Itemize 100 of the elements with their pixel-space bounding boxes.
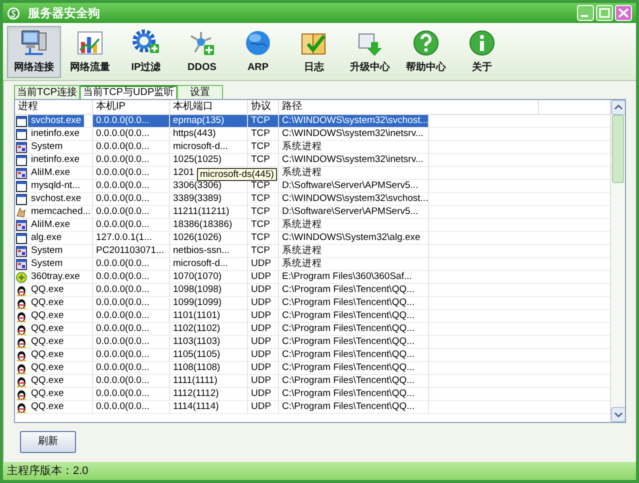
table-row[interactable]: QQ.exe 0.0.0.0(0.0... 1102(1102) UDP C:\Program Files\Tencent\QQ... [15, 323, 610, 336]
table-cell: UDP [248, 336, 279, 348]
table-cell: 0.0.0.0(0.0... [93, 154, 170, 166]
table-row[interactable]: QQ.exe 0.0.0.0(0.0... 1099(1099) UDP C:\Program Files\Tencent\QQ... [15, 297, 610, 310]
table-cell: C:\Program Files\Tencent\QQ... [279, 310, 429, 322]
table-row[interactable]: QQ.exe 0.0.0.0(0.0... 1114(1114) UDP C:\Program Files\Tencent\QQ... [15, 401, 610, 414]
table-cell: netbios-ssn... [170, 245, 248, 257]
table-cell-text: QQ.exe [30, 401, 65, 413]
table-row[interactable]: QQ.exe 0.0.0.0(0.0... 1108(1108) UDP C:\Program Files\Tencent\QQ... [15, 362, 610, 375]
toolbar-button[interactable]: 网络流量 [63, 26, 117, 78]
toolbar-button[interactable]: ARP [231, 26, 285, 78]
column-header[interactable]: 协议 [248, 100, 279, 114]
table-cell: 0.0.0.0(0.0... [93, 219, 170, 231]
toolbar-button[interactable]: IP过滤 [119, 26, 173, 78]
table-cell: 系统进程 [279, 219, 429, 231]
table-cell: 0.0.0.0(0.0... [93, 115, 170, 127]
table-cell: PC201103071... [93, 245, 170, 257]
table-cell: 0.0.0.0(0.0... [93, 167, 170, 179]
table-cell: C:\WINDOWS\system32\inetsrv... [279, 128, 429, 140]
table-cell: TCP [248, 232, 279, 244]
table-cell: C:\Program Files\Tencent\QQ... [279, 388, 429, 400]
table-cell-text: QQ.exe [30, 336, 65, 348]
table-cell: UDP [248, 284, 279, 296]
table-row[interactable]: alg.exe 127.0.0.1(1... 1026(1026) TCP C:\WINDOWS\System32\alg.exe [15, 232, 610, 245]
maximize-button[interactable] [596, 5, 613, 21]
scroll-down-icon[interactable] [611, 407, 625, 422]
table-cell: 3389(3389) [170, 193, 248, 205]
table-row[interactable]: svchost.exe 0.0.0.0(0.0... epmap(135) TCP C:\WINDOWS\system32\svchost... [15, 115, 610, 128]
table-cell: C:\WINDOWS\system32\svchost... [279, 115, 429, 127]
table-row[interactable]: QQ.exe 0.0.0.0(0.0... 1111(1111) UDP C:\Program Files\Tencent\QQ... [15, 375, 610, 388]
scroll-thumb[interactable] [612, 115, 624, 183]
table-cell: UDP [248, 388, 279, 400]
table-cell: TCP [248, 219, 279, 231]
table-cell: 0.0.0.0(0.0... [93, 323, 170, 335]
toolbar-button[interactable]: 日志 [287, 26, 341, 78]
table-cell: TCP [248, 206, 279, 218]
column-header[interactable]: 进程 [15, 100, 93, 114]
table-cell: TCP [248, 245, 279, 257]
table-row[interactable]: System PC201103071... netbios-ssn... TCP 系统进程 [15, 245, 610, 258]
tab[interactable]: 当前TCP与UDP监听 [80, 85, 178, 99]
table-row[interactable]: QQ.exe 0.0.0.0(0.0... 1103(1103) UDP C:\Program Files\Tencent\QQ... [15, 336, 610, 349]
table-cell: 1108(1108) [170, 362, 248, 374]
table-cell: C:\Program Files\Tencent\QQ... [279, 401, 429, 413]
table-cell-text: System [30, 245, 64, 257]
minimize-button[interactable] [577, 5, 594, 21]
table-row[interactable]: 360tray.exe 0.0.0.0(0.0... 1070(1070) UDP E:\Program Files\360\360Saf... [15, 271, 610, 284]
table-cell-text: QQ.exe [30, 362, 65, 374]
table-cell: 1026(1026) [170, 232, 248, 244]
vertical-scrollbar[interactable] [610, 100, 625, 422]
table-cell: UDP [248, 349, 279, 361]
toolbar-button[interactable]: 帮助中心 [399, 26, 453, 78]
application-icon [16, 168, 27, 178]
table-cell-text: memcached... [30, 206, 92, 218]
table-cell: epmap(135) [170, 115, 248, 127]
table-row[interactable]: QQ.exe 0.0.0.0(0.0... 1101(1101) UDP C:\Program Files\Tencent\QQ... [15, 310, 610, 323]
table-cell: 0.0.0.0(0.0... [93, 141, 170, 153]
table-cell-text: alg.exe [30, 232, 63, 244]
table-cell: 18386(18386) [170, 219, 248, 231]
table-row[interactable]: svchost.exe 0.0.0.0(0.0... 3389(3389) TCP C:\WINDOWS\system32\svchost... [15, 193, 610, 206]
table-cell: 0.0.0.0(0.0... [93, 128, 170, 140]
tab[interactable]: 设置 [177, 85, 224, 99]
table-row[interactable]: System 0.0.0.0(0.0... microsoft-d... UDP 系统进程 [15, 258, 610, 271]
info-icon [467, 28, 497, 58]
toolbar-button[interactable]: DDOS [175, 26, 229, 78]
table-cell: microsoft-d... [170, 141, 248, 153]
table-cell: TCP [248, 141, 279, 153]
table-row[interactable]: AliIM.exe 0.0.0.0(0.0... 18386(18386) TCP 系统进程 [15, 219, 610, 232]
toolbar-button[interactable]: 网络连接 [7, 26, 61, 78]
table-row[interactable]: inetinfo.exe 0.0.0.0(0.0... 1025(1025) TCP C:\WINDOWS\system32\inetsrv... [15, 154, 610, 167]
table-row[interactable]: memcached... 0.0.0.0(0.0... 11211(11211) TCP D:\Software\Server\APMServ5... [15, 206, 610, 219]
table-row[interactable]: QQ.exe 0.0.0.0(0.0... 1112(1112) UDP C:\Program Files\Tencent\QQ... [15, 388, 610, 401]
table-cell: 127.0.0.1(1... [93, 232, 170, 244]
table-cell: UDP [248, 258, 279, 270]
refresh-button[interactable]: 刷新 [20, 430, 76, 452]
table-cell: 1112(1112) [170, 388, 248, 400]
table-row[interactable]: inetinfo.exe 0.0.0.0(0.0... https(443) TCP C:\WINDOWS\system32\inetsrv... [15, 128, 610, 141]
scroll-up-icon[interactable] [611, 100, 625, 115]
column-header[interactable]: 本机IP [93, 100, 170, 114]
table-cell: D:\Software\Server\APMServ5... [279, 180, 429, 192]
table-cell: 系统进程 [279, 258, 429, 270]
table-cell: 0.0.0.0(0.0... [93, 193, 170, 205]
tab[interactable]: 当前TCP连接 [14, 85, 80, 99]
table-cell: UDP [248, 375, 279, 387]
application-icon [16, 246, 27, 256]
toolbar-button[interactable]: 关于 [455, 26, 509, 78]
table-cell: 1025(1025) [170, 154, 248, 166]
table-row[interactable]: QQ.exe 0.0.0.0(0.0... 1105(1105) UDP C:\Program Files\Tencent\QQ... [15, 349, 610, 362]
table-cell: 0.0.0.0(0.0... [93, 284, 170, 296]
table-row[interactable]: QQ.exe 0.0.0.0(0.0... 1098(1098) UDP C:\Program Files\Tencent\QQ... [15, 284, 610, 297]
column-header[interactable]: 本机端口 [170, 100, 248, 114]
table-cell: 1111(1111) [170, 375, 248, 387]
table-cell: https(443) [170, 128, 248, 140]
table-cell: microsoft-d... [170, 258, 248, 270]
table-row[interactable]: System 0.0.0.0(0.0... microsoft-d... TCP 系统进程 [15, 141, 610, 154]
table-cell-text: QQ.exe [30, 375, 65, 387]
toolbar-button[interactable]: 升级中心 [343, 26, 397, 78]
window-title: 服务器安全狗 [28, 5, 100, 22]
close-button[interactable] [615, 5, 632, 21]
column-header[interactable]: 路径 [279, 100, 539, 114]
table-cell: UDP [248, 310, 279, 322]
